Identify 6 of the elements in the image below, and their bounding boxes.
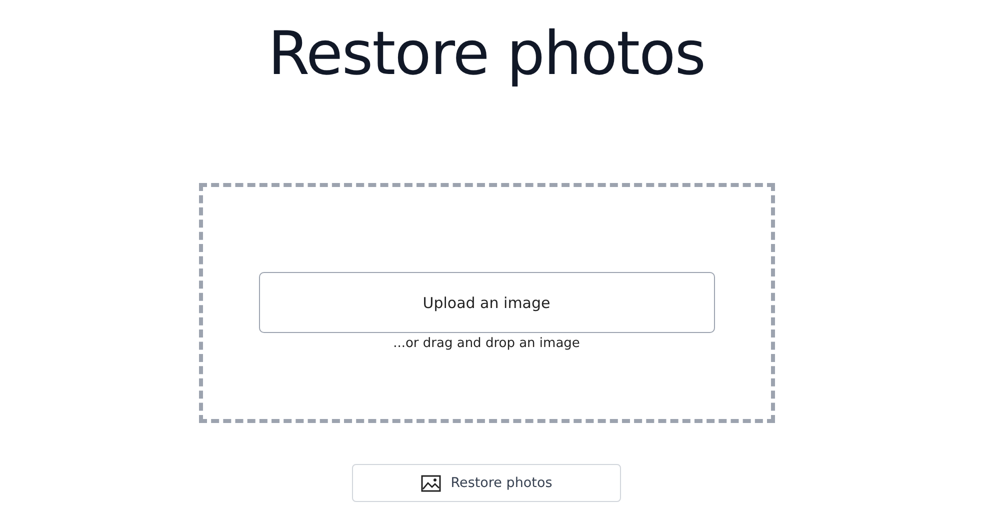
restore-button[interactable]: Restore photos (352, 464, 621, 502)
upload-button[interactable]: Upload an image (258, 272, 714, 333)
drop-zone[interactable]: Upload an image ...or drag and drop an image (198, 183, 774, 423)
image-icon (420, 474, 441, 492)
drop-hint: ...or drag and drop an image (393, 336, 580, 351)
page-title: Restore photos (268, 18, 706, 90)
